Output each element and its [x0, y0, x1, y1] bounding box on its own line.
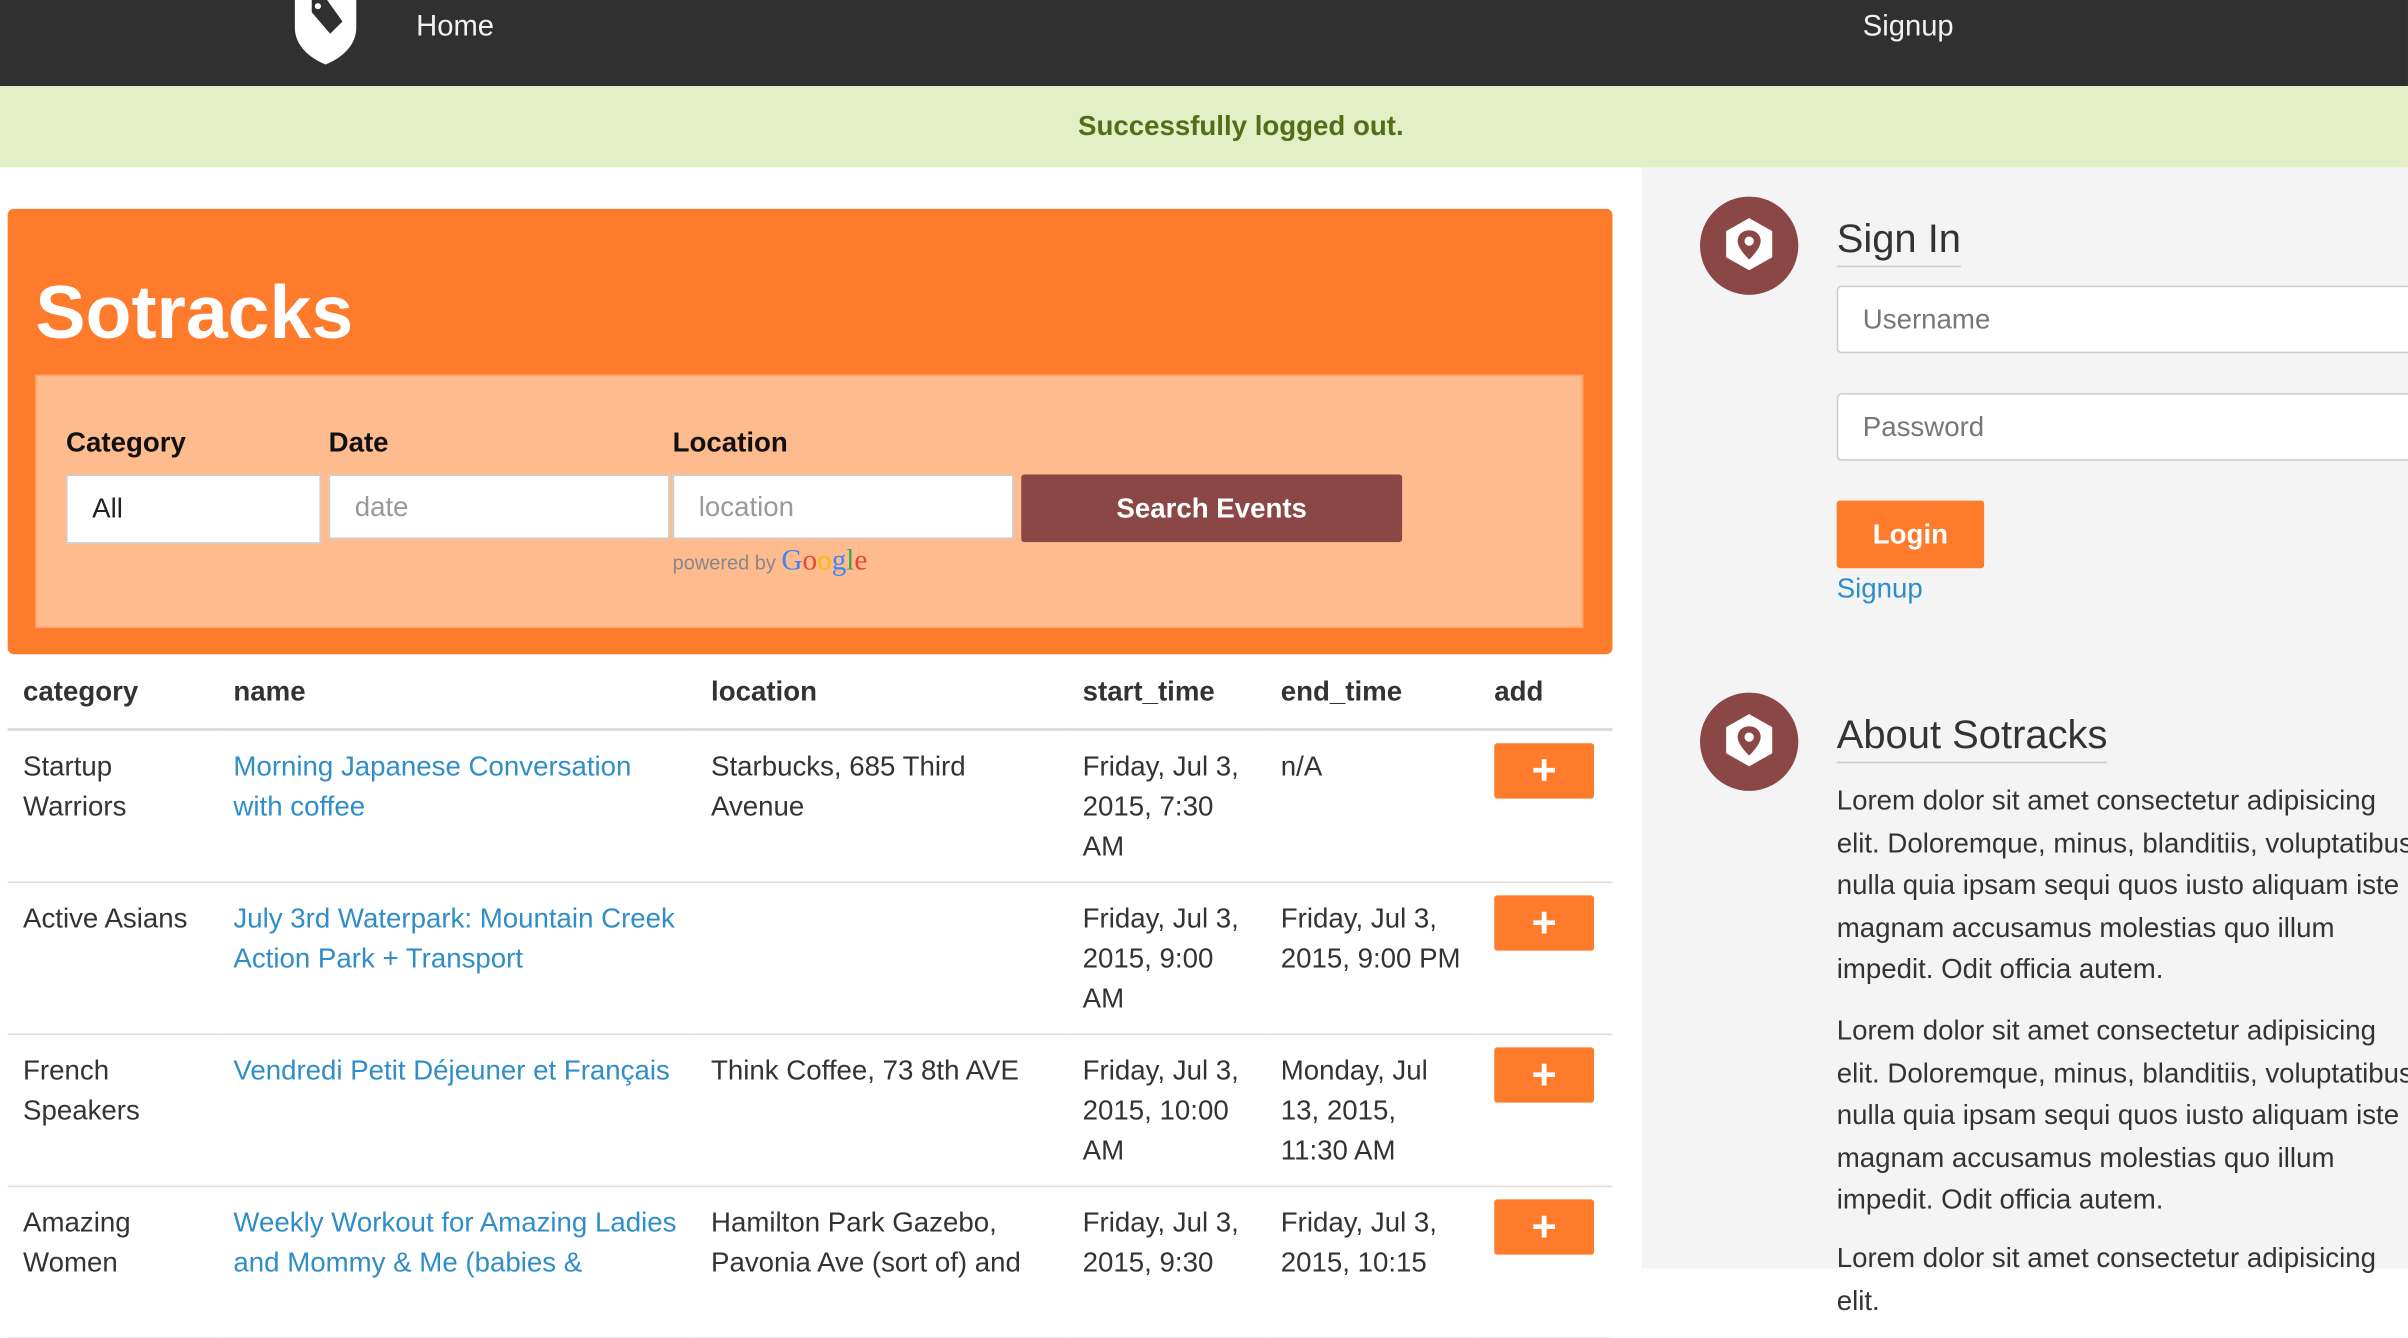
powered-by-text: powered by [672, 551, 776, 575]
add-event-button[interactable]: + [1494, 894, 1595, 950]
signup-link[interactable]: Signup [1837, 573, 1923, 605]
cell-add: + [1478, 881, 1613, 1035]
navbar: Home Signup [0, 0, 2408, 86]
tag-shield-icon[interactable] [289, 0, 363, 65]
location-input[interactable] [672, 474, 1014, 540]
event-link[interactable]: Weekly Workout for Amazing Ladies and Mo… [233, 1206, 676, 1277]
cell-name: July 3rd Waterpark: Mountain Creek Actio… [218, 881, 696, 1035]
password-input[interactable] [1836, 393, 2408, 461]
category-label: Category [66, 426, 186, 458]
header-add: add [1478, 655, 1613, 731]
cell-add: + [1478, 1185, 1613, 1338]
login-button[interactable]: Login [1836, 500, 1985, 569]
table-header-row: category name location start_time end_ti… [7, 655, 1613, 731]
cell-category: Amazing Women [7, 1185, 219, 1338]
flash-message: Successfully logged out. [0, 85, 2408, 168]
cell-start-time: Friday, Jul 3, 2015, 9:00 AM [1067, 881, 1266, 1035]
events-table: category name location start_time end_ti… [7, 655, 1613, 1338]
about-title: About Sotracks [1836, 711, 2108, 764]
google-logo: Google [781, 545, 868, 578]
header-start-time: start_time [1067, 655, 1266, 731]
username-input[interactable] [1836, 285, 2408, 354]
location-label: Location [672, 426, 788, 458]
event-link[interactable]: Vendredi Petit Déjeuner et Français [233, 1054, 669, 1085]
search-form: Category Date Location powered by Google… [35, 374, 1584, 629]
cell-location: Hamilton Park Gazebo, Pavonia Ave (sort … [695, 1185, 1068, 1338]
about-paragraph: Lorem dolor sit amet consectetur adipisi… [1836, 784, 2408, 985]
cell-name: Weekly Workout for Amazing Ladies and Mo… [218, 1185, 696, 1338]
cell-end-time: n/A [1265, 729, 1479, 883]
nav-home-link[interactable]: Home [416, 11, 494, 45]
cell-name: Vendredi Petit Déjeuner et Français [218, 1033, 696, 1187]
cell-category: Startup Warriors [7, 729, 219, 883]
event-link[interactable]: Morning Japanese Conversation with coffe… [233, 751, 631, 822]
signin-title: Sign In [1836, 215, 1962, 268]
header-end-time: end_time [1265, 655, 1479, 731]
cell-category: French Speakers [7, 1033, 219, 1187]
cell-start-time: Friday, Jul 3, 2015, 9:30 [1067, 1185, 1266, 1338]
header-name: name [218, 655, 696, 731]
nav-signup-link[interactable]: Signup [1863, 11, 1954, 45]
map-pin-icon [1726, 714, 1773, 767]
add-event-button[interactable]: + [1494, 1046, 1595, 1102]
hero-panel: Sotracks Category Date Location powered … [7, 208, 1613, 655]
cell-add: + [1478, 1033, 1613, 1187]
cell-location [695, 881, 1068, 1035]
cell-location: Think Coffee, 73 8th AVE [695, 1033, 1068, 1187]
header-category: category [7, 655, 219, 731]
cell-end-time: Monday, Jul 13, 2015, 11:30 AM [1265, 1033, 1479, 1187]
hero-title: Sotracks [35, 271, 354, 355]
event-link[interactable]: July 3rd Waterpark: Mountain Creek Actio… [233, 902, 674, 973]
cell-end-time: Friday, Jul 3, 2015, 9:00 PM [1265, 881, 1479, 1035]
header-location: location [695, 655, 1068, 731]
cell-category: Active Asians [7, 881, 219, 1035]
date-input[interactable] [328, 474, 670, 540]
about-badge [1700, 692, 1799, 791]
cell-start-time: Friday, Jul 3, 2015, 10:00 AM [1067, 1033, 1266, 1187]
page: Home Signup Successfully logged out. Sot… [0, 0, 2408, 1338]
table-row: French Speakers Vendredi Petit Déjeuner … [7, 1033, 1613, 1187]
signin-badge [1700, 196, 1799, 295]
table-row: Startup Warriors Morning Japanese Conver… [7, 729, 1613, 883]
powered-by-google: powered by Google [673, 545, 868, 579]
table-row: Active Asians July 3rd Waterpark: Mounta… [7, 881, 1613, 1035]
table-row: Amazing Women Weekly Workout for Amazing… [7, 1185, 1613, 1338]
cell-end-time: Friday, Jul 3, 2015, 10:15 [1265, 1185, 1479, 1338]
search-events-button[interactable]: Search Events [1021, 474, 1403, 543]
add-event-button[interactable]: + [1494, 743, 1595, 799]
cell-start-time: Friday, Jul 3, 2015, 7:30 AM [1067, 729, 1266, 883]
add-event-button[interactable]: + [1494, 1198, 1595, 1254]
date-label: Date [328, 426, 389, 458]
map-pin-icon [1726, 218, 1773, 271]
about-paragraph: Lorem dolor sit amet consectetur adipisi… [1836, 1242, 2376, 1316]
cell-location: Starbucks, 685 Third Avenue [695, 729, 1068, 883]
flash-text: Successfully logged out. [1078, 110, 1404, 142]
cell-add: + [1478, 729, 1613, 883]
category-input[interactable] [66, 474, 321, 544]
cell-name: Morning Japanese Conversation with coffe… [218, 729, 696, 883]
about-paragraph: Lorem dolor sit amet consectetur adipisi… [1836, 1015, 2408, 1215]
